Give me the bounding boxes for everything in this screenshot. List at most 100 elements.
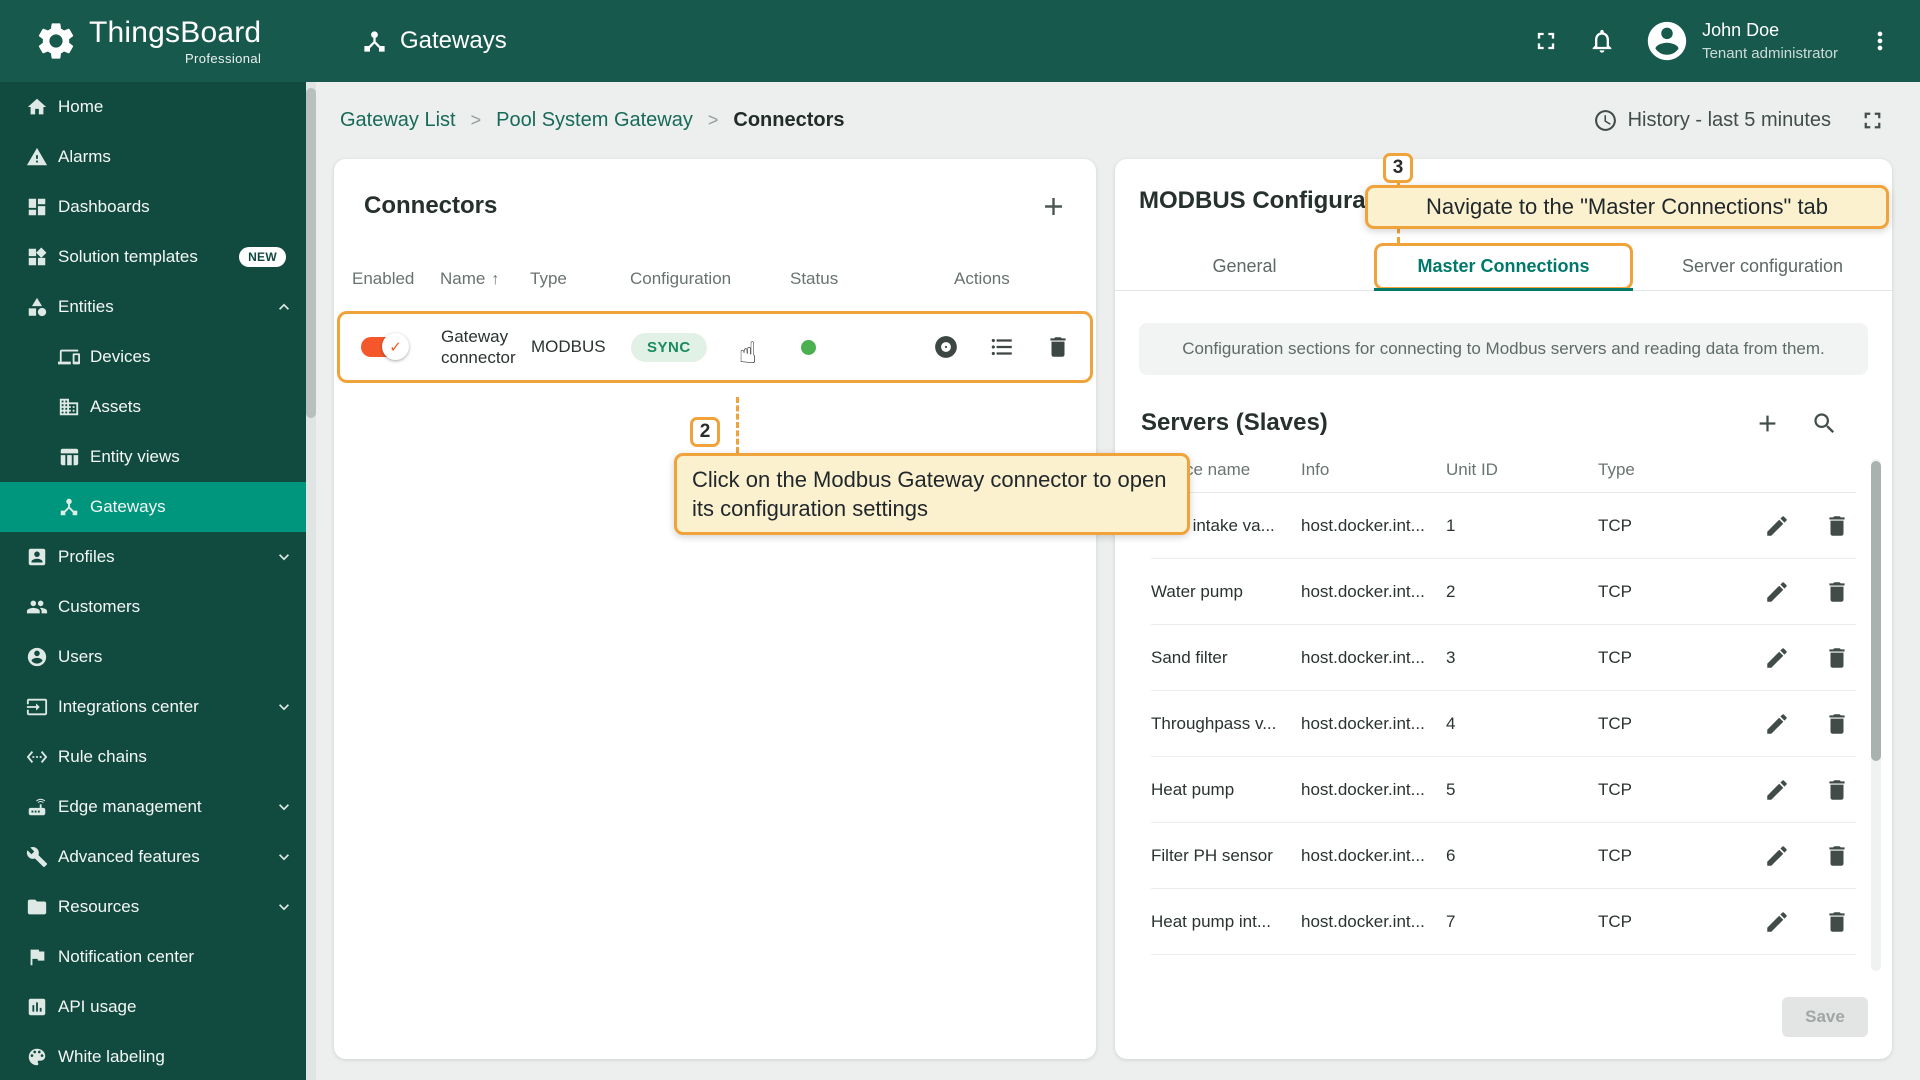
connector-row-gateway-connector[interactable]: ✓ Gateway connector MODBUS SYNC ☝	[337, 311, 1093, 383]
sidebar-nav: Home Alarms Dashboards Solution templatesNE…	[0, 82, 306, 1080]
server-row[interactable]: Heat pump int...host.docker.int...7TCP	[1151, 889, 1856, 955]
sidebar-item-gateways[interactable]: Gateways	[0, 482, 306, 532]
sidebar-item-label: Advanced features	[58, 847, 200, 867]
enabled-toggle[interactable]: ✓	[361, 337, 407, 357]
sidebar-item-entity-views[interactable]: Entity views	[0, 432, 306, 482]
edge-icon	[26, 796, 48, 818]
modbus-info-banner: Configuration sections for connecting to…	[1139, 323, 1868, 375]
sidebar-item-users[interactable]: Users	[0, 632, 306, 682]
sidebar-item-devices[interactable]: Devices	[0, 332, 306, 382]
server-row[interactable]: Heat pumphost.docker.int...5TCP	[1151, 757, 1856, 823]
logs-list-icon[interactable]	[989, 334, 1015, 360]
fullscreen-icon[interactable]	[1532, 27, 1560, 55]
col-configuration: Configuration	[630, 269, 790, 289]
resources-icon	[26, 896, 48, 918]
edit-icon[interactable]	[1764, 843, 1790, 869]
breadcrumb-gateway-list[interactable]: Gateway List	[340, 109, 456, 132]
history-label: History - last 5 minutes	[1628, 109, 1831, 132]
edit-icon[interactable]	[1764, 579, 1790, 605]
add-connector-icon[interactable]	[1039, 192, 1068, 221]
sidebar-item-assets[interactable]: Assets	[0, 382, 306, 432]
servers-scrollbar-thumb[interactable]	[1871, 461, 1881, 761]
col-type: Type	[1598, 460, 1708, 480]
breadcrumb-pool-system-gateway[interactable]: Pool System Gateway	[496, 109, 693, 132]
sidebar-item-notification-center[interactable]: Notification center	[0, 932, 306, 982]
dashboards-icon	[26, 196, 48, 218]
brand-logo[interactable]: ThingsBoard Professional	[0, 18, 261, 65]
sidebar-item-solution-templates[interactable]: Solution templatesNEW	[0, 232, 306, 282]
sidebar-item-home[interactable]: Home	[0, 82, 306, 132]
delete-icon[interactable]	[1824, 513, 1850, 539]
server-type: TCP	[1598, 648, 1708, 668]
status-dot	[801, 340, 816, 355]
save-button[interactable]: Save	[1782, 997, 1868, 1037]
sidebar-item-rule-chains[interactable]: Rule chains	[0, 732, 306, 782]
server-info: host.docker.int...	[1301, 846, 1446, 866]
sidebar-item-entities[interactable]: Entities	[0, 282, 306, 332]
sidebar-item-advanced-features[interactable]: Advanced features	[0, 832, 306, 882]
tab-server-configuration[interactable]: Server configuration	[1633, 243, 1892, 290]
sidebar-item-customers[interactable]: Customers	[0, 582, 306, 632]
sidebar-item-resources[interactable]: Resources	[0, 882, 306, 932]
more-vert-icon[interactable]	[1866, 27, 1894, 55]
delete-icon[interactable]	[1824, 909, 1850, 935]
server-row[interactable]: Main intake va...host.docker.int...1TCP	[1151, 493, 1856, 559]
sidebar-item-alarms[interactable]: Alarms	[0, 132, 306, 182]
advanced-icon	[26, 846, 48, 868]
integrations-icon	[26, 696, 48, 718]
servers-scrollbar[interactable]	[1871, 459, 1881, 971]
edit-icon[interactable]	[1764, 513, 1790, 539]
edit-icon[interactable]	[1764, 645, 1790, 671]
col-name[interactable]: Name↑	[440, 269, 530, 289]
sidebar-item-label: Resources	[58, 897, 139, 917]
sidebar-item-label: Entities	[58, 297, 114, 317]
delete-icon[interactable]	[1824, 645, 1850, 671]
breadcrumb: Gateway List > Pool System Gateway > Con…	[334, 82, 1892, 159]
delete-icon[interactable]	[1824, 843, 1850, 869]
profiles-icon	[26, 546, 48, 568]
sidebar-item-api-usage[interactable]: API usage	[0, 982, 306, 1032]
history-timewindow-button[interactable]: History - last 5 minutes	[1593, 108, 1831, 133]
tab-general[interactable]: General	[1115, 243, 1374, 290]
search-icon[interactable]	[1811, 410, 1838, 437]
user-menu[interactable]: John Doe Tenant administrator	[1644, 18, 1838, 64]
sidebar-item-label: Integrations center	[58, 697, 199, 717]
notifications-bell-icon[interactable]	[1588, 27, 1616, 55]
sidebar-scrollbar-thumb[interactable]	[306, 88, 316, 418]
fullscreen-icon[interactable]	[1859, 107, 1886, 134]
edit-icon[interactable]	[1764, 711, 1790, 737]
tab-master-connections[interactable]: Master Connections	[1374, 243, 1633, 290]
edit-icon[interactable]	[1764, 909, 1790, 935]
server-unit-id: 3	[1446, 648, 1598, 668]
delete-icon[interactable]	[1824, 579, 1850, 605]
annotation-step-3-badge: 3	[1383, 153, 1413, 183]
server-info: host.docker.int...	[1301, 714, 1446, 734]
chevron-up-icon	[274, 297, 294, 317]
entities-icon	[26, 296, 48, 318]
server-row[interactable]: Filter PH sensorhost.docker.int...6TCP	[1151, 823, 1856, 889]
sidebar-scrollbar[interactable]	[306, 82, 316, 1080]
connectors-table-header: Enabled Name↑ Type Configuration Status …	[350, 247, 1080, 311]
server-row[interactable]: Throughpass v...host.docker.int...4TCP	[1151, 691, 1856, 757]
sidebar-item-edge-management[interactable]: Edge management	[0, 782, 306, 832]
server-type: TCP	[1598, 714, 1708, 734]
server-row[interactable]: Sand filterhost.docker.int...3TCP	[1151, 625, 1856, 691]
chevron-down-icon	[274, 697, 294, 717]
server-row[interactable]: Water pumphost.docker.int...2TCP	[1151, 559, 1856, 625]
annotation-connector-line	[736, 397, 739, 453]
sidebar-item-profiles[interactable]: Profiles	[0, 532, 306, 582]
rpc-icon[interactable]	[933, 334, 959, 360]
sidebar-item-label: Assets	[90, 397, 141, 417]
delete-icon[interactable]	[1824, 711, 1850, 737]
sidebar-item-label: Dashboards	[58, 197, 150, 217]
delete-icon[interactable]	[1824, 777, 1850, 803]
servers-table-body: Main intake va...host.docker.int...1TCPW…	[1151, 493, 1856, 955]
add-server-icon[interactable]	[1754, 410, 1781, 437]
sidebar-item-white-labeling[interactable]: White labeling	[0, 1032, 306, 1080]
connector-type: MODBUS	[531, 336, 631, 357]
sidebar-item-label: Alarms	[58, 147, 111, 167]
server-unit-id: 4	[1446, 714, 1598, 734]
edit-icon[interactable]	[1764, 777, 1790, 803]
sidebar-item-dashboards[interactable]: Dashboards	[0, 182, 306, 232]
sidebar-item-integrations-center[interactable]: Integrations center	[0, 682, 306, 732]
